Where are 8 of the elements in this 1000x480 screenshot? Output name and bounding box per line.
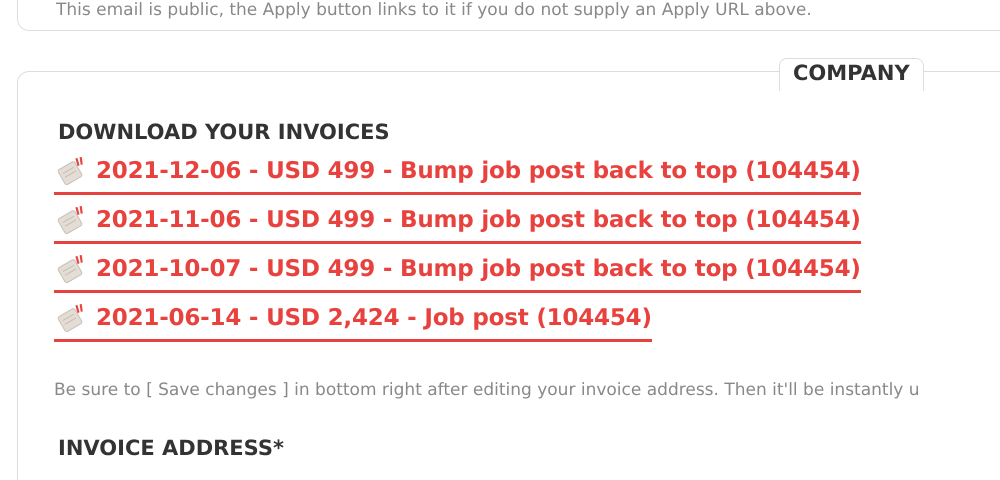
invoice-link[interactable]: 2021-06-14 - USD 2,424 - Job post (104454) — [54, 297, 652, 342]
invoice-link[interactable]: 2021-12-06 - USD 499 - Bump job post back to top (104454) — [54, 150, 861, 195]
invoices-heading: DOWNLOAD YOUR INVOICES — [58, 120, 391, 144]
save-note: Be sure to [ Save changes ] in bottom right after editing your invoice address. Then it'll be instantly u — [54, 380, 921, 400]
address-heading: INVOICE ADDRESS* — [58, 436, 285, 460]
email-note: This email is public, the Apply button links to it if you do not supply an Apply URL above. — [56, 0, 813, 20]
invoice-link[interactable]: 2021-11-06 - USD 499 - Bump job post back to top (104454) — [54, 199, 861, 244]
invoice-link[interactable]: 2021-10-07 - USD 499 - Bump job post back to top (104454) — [54, 248, 861, 293]
